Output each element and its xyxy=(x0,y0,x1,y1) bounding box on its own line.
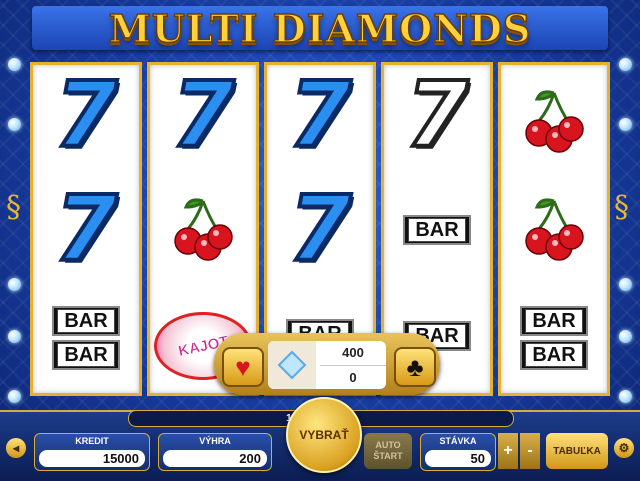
settings-icon[interactable]: ⚙ xyxy=(614,438,634,458)
paytable-button[interactable]: TABUĽKA xyxy=(546,433,608,469)
diamond-icon xyxy=(8,330,21,343)
reel-5: BAR BAR xyxy=(498,62,610,396)
vyhra-value: 200 xyxy=(163,450,267,467)
clubs-icon: ♣ xyxy=(406,351,424,382)
diamond-icon xyxy=(8,390,21,403)
cherry-icon xyxy=(174,198,233,261)
seven-symbol: 7 xyxy=(287,177,354,282)
bar-double-symbol: BAR BAR xyxy=(501,295,607,381)
seven-symbol: 7 xyxy=(170,63,237,168)
diamond-icon xyxy=(8,118,21,131)
hearts-icon: ♥ xyxy=(235,351,251,382)
gamble-panel: ♥ 400 0 ♣ xyxy=(214,333,440,395)
stavka-field: STÁVKA 50 xyxy=(420,433,496,471)
reel-1: 7 7 BAR BAR xyxy=(30,62,142,396)
scroll-ornament-icon: § xyxy=(6,190,21,225)
game-title: MULTI DIAMONDS xyxy=(108,5,532,52)
black-card-button[interactable]: ♣ xyxy=(394,347,436,387)
diamond-card-icon xyxy=(268,341,316,389)
gamble-top-value: 400 xyxy=(320,341,386,366)
kredit-value: 15000 xyxy=(39,450,145,467)
bet-minus-button[interactable]: - xyxy=(520,433,540,469)
diamond-icon xyxy=(619,390,632,403)
scroll-ornament-icon: § xyxy=(614,190,629,225)
stavka-value: 50 xyxy=(425,450,491,467)
bar-double-symbol: BAR BAR xyxy=(33,295,139,381)
kredit-label: KREDIT xyxy=(75,436,109,446)
seven-symbol: 7 xyxy=(53,177,120,282)
diamond-icon xyxy=(619,58,632,71)
red-card-button[interactable]: ♥ xyxy=(222,347,264,387)
white-seven-symbol: 7 xyxy=(404,63,471,168)
seven-symbol: 7 xyxy=(287,63,354,168)
diamond-icon xyxy=(619,118,632,131)
cherry-symbol xyxy=(501,187,607,273)
cherry-symbol xyxy=(501,79,607,165)
bar-single-symbol: BAR xyxy=(384,187,490,273)
gamble-bottom-value: 0 xyxy=(349,370,357,385)
cherry-icon xyxy=(525,90,584,153)
seven-symbol: 7 xyxy=(53,63,120,168)
cherry-icon xyxy=(525,198,584,261)
diamond-icon xyxy=(619,278,632,291)
diamond-icon xyxy=(8,58,21,71)
stavka-label: STÁVKA xyxy=(439,436,477,446)
vyhra-label: VÝHRA xyxy=(199,436,231,446)
auto-start-button[interactable]: AUTO ŠTART xyxy=(364,433,412,469)
bet-plus-button[interactable]: + xyxy=(498,433,518,469)
kredit-field: KREDIT 15000 xyxy=(34,433,150,471)
vyhra-field: VÝHRA 200 xyxy=(158,433,272,471)
spin-button[interactable]: VYBRAŤ xyxy=(286,397,362,473)
diamond-icon xyxy=(619,330,632,343)
cherry-symbol xyxy=(150,187,256,273)
diamond-icon xyxy=(8,278,21,291)
gamble-display: 400 0 xyxy=(268,341,386,389)
sound-icon[interactable]: ◂ xyxy=(6,438,26,458)
